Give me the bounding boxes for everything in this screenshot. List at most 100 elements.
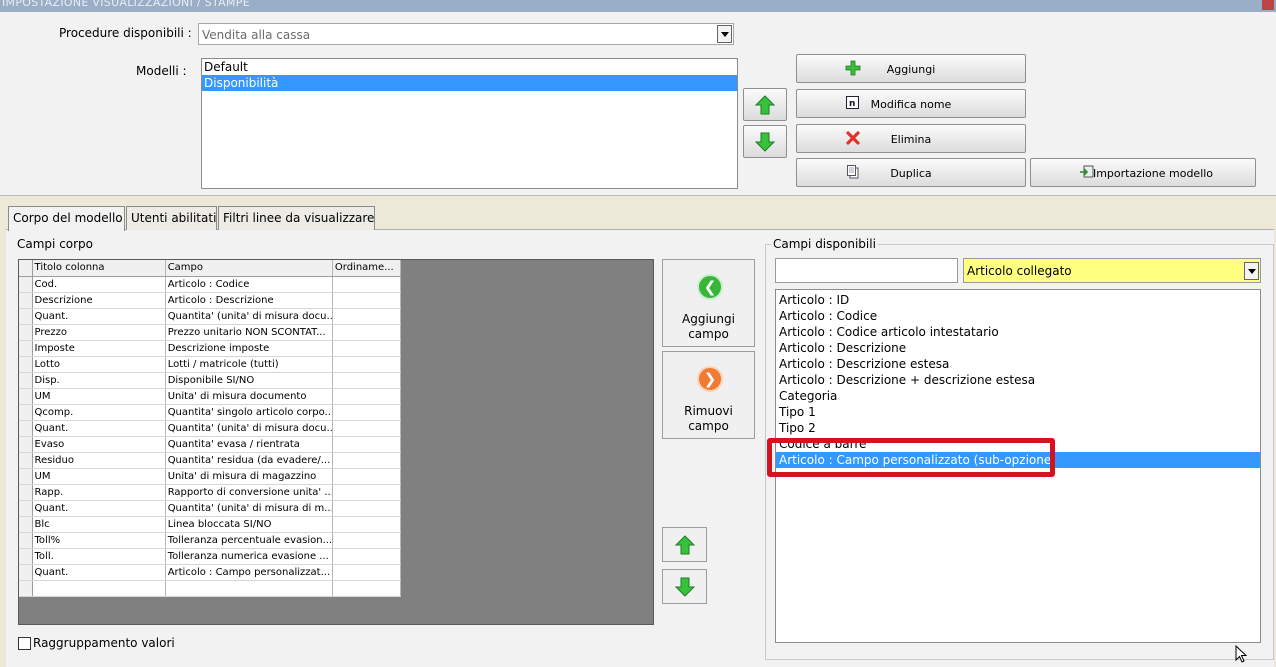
row-indicator[interactable] (19, 356, 33, 373)
table-row[interactable]: Quant. Quantita' (unita' di misura di m..… (19, 500, 402, 517)
cell-ordinamento[interactable] (332, 420, 402, 437)
cell-titolo[interactable]: UM (32, 388, 166, 405)
move-down-button[interactable] (743, 125, 787, 158)
table-row[interactable]: Residuo Quantita' residua (da evadere/... (19, 452, 402, 469)
modifica-nome-button[interactable]: n Modifica nome (796, 89, 1026, 118)
cell-titolo[interactable]: Lotto (32, 356, 166, 373)
list-item[interactable]: Tipo 2 (776, 420, 1260, 436)
cell-ordinamento[interactable] (332, 324, 402, 341)
table-row[interactable]: UM Unita' di misura di magazzino (19, 468, 402, 485)
cell-titolo[interactable]: Descrizione (32, 292, 166, 309)
row-indicator[interactable] (19, 500, 33, 517)
chevron-down-icon[interactable] (1244, 262, 1259, 280)
row-indicator[interactable] (19, 404, 33, 421)
table-row[interactable]: Rapp. Rapporto di conversione unita' ... (19, 484, 402, 501)
row-indicator[interactable] (19, 276, 33, 293)
row-indicator[interactable] (19, 532, 33, 549)
table-row[interactable]: Toll% Tolleranza percentuale evasion... (19, 532, 402, 549)
cell-titolo[interactable]: Rapp. (32, 484, 166, 501)
cell-campo[interactable]: Descrizione imposte (165, 340, 333, 357)
cell-titolo[interactable]: Cod. (32, 276, 166, 293)
column-header-campo[interactable]: Campo (165, 260, 333, 277)
list-item-selected[interactable]: Disponibilità (202, 75, 737, 91)
cell-ordinamento[interactable] (332, 276, 402, 293)
cell-titolo[interactable]: Evaso (32, 436, 166, 453)
tab-filtri-linee[interactable]: Filtri linee da visualizzare (218, 206, 375, 230)
column-header-ordinamento[interactable]: Ordiname... (332, 260, 402, 277)
row-indicator[interactable] (19, 420, 33, 437)
row-indicator[interactable] (19, 292, 33, 309)
row-indicator[interactable] (19, 516, 33, 533)
list-item[interactable]: Articolo : Codice (776, 308, 1260, 324)
table-row[interactable]: Lotto Lotti / matricole (tutti) (19, 356, 402, 373)
table-row[interactable]: Prezzo Prezzo unitario NON SCONTAT... (19, 324, 402, 341)
move-up-button[interactable] (743, 88, 787, 121)
row-indicator[interactable] (19, 388, 33, 405)
cell-campo[interactable]: Lotti / matricole (tutti) (165, 356, 333, 373)
cell-campo[interactable]: Quantita' (unita' di misura di m... (165, 500, 333, 517)
field-move-down-button[interactable] (662, 569, 707, 604)
cell-ordinamento[interactable] (332, 580, 402, 597)
campi-search-input[interactable] (775, 258, 958, 283)
row-indicator[interactable] (19, 484, 33, 501)
row-indicator[interactable] (19, 324, 33, 341)
cell-titolo[interactable]: Prezzo (32, 324, 166, 341)
list-item[interactable]: Tipo 1 (776, 404, 1260, 420)
cell-campo[interactable]: Quantita' singolo articolo corpo... (165, 404, 333, 421)
list-item[interactable]: Default (202, 59, 737, 75)
table-row[interactable]: Evaso Quantita' evasa / rientrata (19, 436, 402, 453)
cell-ordinamento[interactable] (332, 340, 402, 357)
cell-titolo[interactable]: UM (32, 468, 166, 485)
cell-titolo[interactable]: Imposte (32, 340, 166, 357)
cell-campo[interactable]: Linea bloccata SI/NO (165, 516, 333, 533)
row-indicator[interactable] (19, 548, 33, 565)
importazione-modello-button[interactable]: Importazione modello (1030, 158, 1256, 187)
duplica-button[interactable]: Duplica (796, 158, 1026, 187)
table-row[interactable]: Quant. Articolo : Campo personalizzat... (19, 564, 402, 581)
cell-ordinamento[interactable] (332, 372, 402, 389)
cell-campo[interactable]: Tolleranza numerica evasione ... (165, 548, 333, 565)
cell-campo[interactable]: Disponibile SI/NO (165, 372, 333, 389)
cell-ordinamento[interactable] (332, 452, 402, 469)
close-icon[interactable] (1262, 0, 1274, 10)
cell-campo[interactable]: Quantita' (unita' di misura docu... (165, 420, 333, 437)
list-item[interactable]: Articolo : Descrizione (776, 340, 1260, 356)
table-row[interactable] (19, 580, 402, 597)
cell-campo[interactable]: Quantita' (unita' di misura docu... (165, 308, 333, 325)
tab-corpo-modello[interactable]: Corpo del modello (8, 206, 125, 231)
cell-campo[interactable]: Quantita' evasa / rientrata (165, 436, 333, 453)
elimina-button[interactable]: Elimina (796, 124, 1026, 153)
cell-ordinamento[interactable] (332, 356, 402, 373)
cell-titolo[interactable]: Quant. (32, 420, 166, 437)
aggiungi-campo-button[interactable]: ❮ Aggiungi campo (662, 259, 755, 347)
cell-titolo[interactable]: Quant. (32, 308, 166, 325)
cell-campo[interactable]: Unita' di misura di magazzino (165, 468, 333, 485)
list-item[interactable]: Articolo : Descrizione + descrizione est… (776, 372, 1260, 388)
row-indicator[interactable] (19, 372, 33, 389)
list-item[interactable]: Categoria (776, 388, 1260, 404)
cell-titolo[interactable]: Quant. (32, 500, 166, 517)
cell-titolo[interactable]: Quant. (32, 564, 166, 581)
cell-titolo[interactable]: Disp. (32, 372, 166, 389)
cell-ordinamento[interactable] (332, 500, 402, 517)
cell-titolo[interactable]: Blc (32, 516, 166, 533)
procedure-select[interactable]: Vendita alla cassa (198, 23, 734, 45)
cell-ordinamento[interactable] (332, 388, 402, 405)
campi-category-select[interactable]: Articolo collegato (963, 258, 1261, 283)
table-row[interactable]: Blc Linea bloccata SI/NO (19, 516, 402, 533)
cell-campo[interactable]: Quantita' residua (da evadere/... (165, 452, 333, 469)
row-indicator[interactable] (19, 340, 33, 357)
cell-ordinamento[interactable] (332, 404, 402, 421)
cell-titolo[interactable]: Toll% (32, 532, 166, 549)
cell-ordinamento[interactable] (332, 308, 402, 325)
table-row[interactable]: UM Unita' di misura documento (19, 388, 402, 405)
cell-campo[interactable]: Articolo : Campo personalizzat... (165, 564, 333, 581)
cell-campo[interactable]: Prezzo unitario NON SCONTAT... (165, 324, 333, 341)
cell-campo[interactable]: Tolleranza percentuale evasion... (165, 532, 333, 549)
list-item[interactable]: Articolo : Descrizione estesa (776, 356, 1260, 372)
table-row[interactable]: Imposte Descrizione imposte (19, 340, 402, 357)
row-indicator[interactable] (19, 468, 33, 485)
row-indicator[interactable] (19, 564, 33, 581)
cell-ordinamento[interactable] (332, 436, 402, 453)
cell-titolo[interactable]: Residuo (32, 452, 166, 469)
